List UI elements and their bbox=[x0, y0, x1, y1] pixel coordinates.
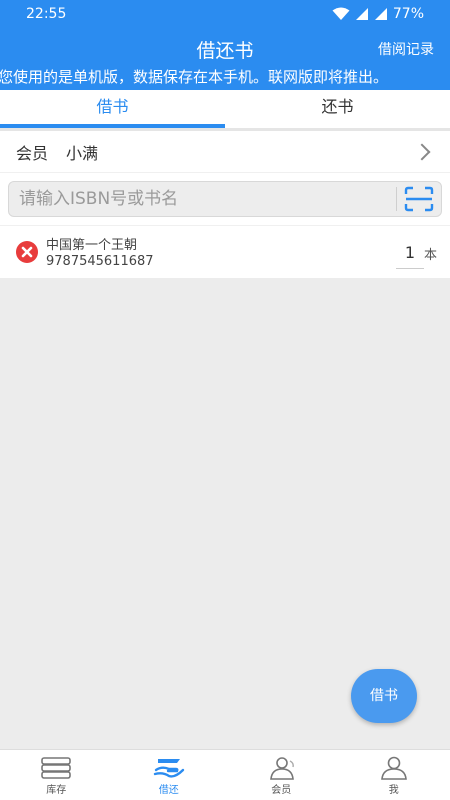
app-header: 借还书 借阅记录 bbox=[0, 28, 450, 66]
nav-label: 借还 bbox=[158, 785, 179, 796]
nav-label: 库存 bbox=[46, 785, 67, 796]
status-icons: 77% bbox=[332, 6, 424, 22]
borrow-button[interactable]: 借书 bbox=[351, 669, 417, 723]
member-selector[interactable]: 会员 小满 bbox=[0, 131, 450, 173]
search-section bbox=[0, 173, 450, 225]
chevron-right-icon bbox=[413, 143, 431, 160]
nav-label: 会员 bbox=[271, 785, 292, 796]
signal-icon bbox=[374, 8, 387, 20]
books-icon bbox=[41, 757, 72, 779]
delete-button[interactable] bbox=[16, 241, 38, 263]
list-item: 中国第一个王朝 9787545611687 1 本 bbox=[0, 225, 450, 278]
scan-button[interactable] bbox=[397, 181, 441, 217]
notice-text: 您使用的是单机版，数据保存在本手机。联网版即将推出。 bbox=[0, 68, 389, 86]
close-icon bbox=[21, 246, 33, 258]
search-input[interactable] bbox=[9, 182, 396, 216]
wifi-icon bbox=[332, 7, 350, 20]
nav-item-me[interactable]: 我 bbox=[338, 750, 450, 800]
signal-icon bbox=[355, 8, 368, 20]
book-title: 中国第一个王朝 bbox=[46, 238, 138, 253]
nav-item-borrow[interactable]: 借还 bbox=[113, 750, 226, 800]
search-box bbox=[8, 181, 442, 217]
tab-borrow[interactable]: 借书 bbox=[0, 90, 225, 128]
scan-icon bbox=[404, 186, 434, 212]
nav-item-inventory[interactable]: 库存 bbox=[0, 750, 113, 800]
member-label: 会员 bbox=[16, 143, 49, 163]
members-icon bbox=[270, 757, 295, 780]
nav-item-members[interactable]: 会员 bbox=[225, 750, 338, 800]
status-time: 22:55 bbox=[26, 6, 67, 22]
book-isbn: 9787545611687 bbox=[46, 254, 154, 269]
quantity-field[interactable]: 1 bbox=[396, 241, 424, 269]
status-bar: 22:55 77% bbox=[0, 0, 450, 28]
quantity-unit: 本 bbox=[424, 248, 438, 263]
bottom-nav: 库存 借还 会员 我 bbox=[0, 749, 450, 800]
tab-return[interactable]: 还书 bbox=[225, 90, 450, 128]
person-icon bbox=[380, 756, 407, 780]
borrow-records-link[interactable]: 借阅记录 bbox=[378, 39, 434, 59]
tab-bar: 借书 还书 bbox=[0, 90, 450, 128]
member-name: 小满 bbox=[66, 143, 99, 163]
borrow-hand-icon bbox=[153, 759, 184, 778]
battery-level: 77% bbox=[392, 6, 424, 22]
notice-banner: 您使用的是单机版，数据保存在本手机。联网版即将推出。 bbox=[0, 66, 450, 90]
nav-label: 我 bbox=[388, 785, 399, 796]
